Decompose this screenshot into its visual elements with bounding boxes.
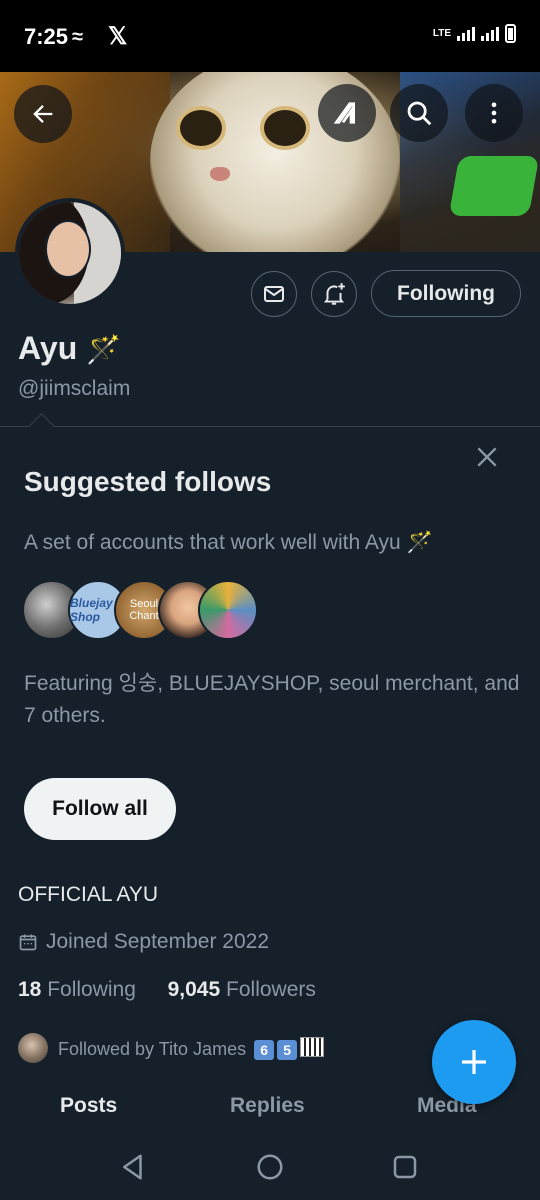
profile-bio: OFFICIAL AYU bbox=[18, 883, 159, 906]
status-bar: 7:25 ≈ 𝕏 LTE bbox=[0, 0, 540, 72]
search-icon bbox=[407, 101, 432, 126]
joined-text: Joined September 2022 bbox=[46, 930, 269, 953]
system-recents-button[interactable] bbox=[386, 1148, 424, 1186]
wand-emoji: 🪄 bbox=[86, 334, 122, 365]
followers-label: Followers bbox=[226, 978, 316, 1001]
divider bbox=[0, 426, 540, 427]
suggestion-pointer bbox=[28, 413, 55, 440]
profile-name-text: Ayu bbox=[18, 330, 78, 366]
followed-by-avatar bbox=[18, 1033, 48, 1063]
back-arrow-icon bbox=[33, 105, 53, 123]
plus-icon bbox=[462, 1050, 486, 1074]
tab-posts[interactable]: Posts bbox=[60, 1094, 117, 1118]
profile-avatar[interactable] bbox=[15, 198, 125, 308]
grok-button[interactable] bbox=[318, 84, 376, 142]
bell-plus-icon bbox=[323, 283, 345, 305]
compose-button[interactable] bbox=[432, 1020, 516, 1104]
mail-icon bbox=[264, 286, 284, 302]
suggested-follows-title: Suggested follows bbox=[24, 466, 272, 497]
following-label: Following bbox=[47, 978, 136, 1001]
joined-date: Joined September 2022 bbox=[18, 930, 269, 954]
status-time: 7:25 bbox=[24, 24, 69, 49]
grok-icon bbox=[333, 102, 355, 124]
profile-handle: @jiimsclaim bbox=[18, 377, 131, 400]
following-button[interactable]: Following bbox=[371, 270, 521, 317]
signal-icon bbox=[457, 26, 475, 41]
message-button[interactable] bbox=[251, 271, 297, 317]
back-triangle-icon bbox=[123, 1154, 142, 1180]
keycap-six: 6 bbox=[254, 1039, 275, 1060]
suggested-avatar[interactable] bbox=[198, 580, 258, 640]
suggested-follows-subtitle: A set of accounts that work well with Ay… bbox=[24, 531, 433, 554]
capcut-icon: ≈ bbox=[72, 26, 83, 48]
followers-link[interactable]: 9,045 Followers bbox=[168, 978, 316, 1001]
suggested-featuring-text: Featuring 잉숭, BLUEJAYSHOP, seoul merchan… bbox=[24, 672, 520, 727]
following-link[interactable]: 18 Following bbox=[18, 978, 136, 1001]
dismiss-suggestions-button[interactable] bbox=[470, 440, 504, 474]
close-icon bbox=[477, 447, 497, 467]
battery-icon bbox=[505, 24, 516, 43]
followed-by[interactable]: Followed by Tito James 65 bbox=[18, 1033, 325, 1063]
followed-by-text: Followed by Tito James bbox=[58, 1038, 247, 1059]
system-home-button[interactable] bbox=[251, 1148, 289, 1186]
suggested-avatars[interactable]: Bluejay Shop Seoul Chant bbox=[22, 580, 262, 642]
calendar-icon bbox=[19, 934, 37, 951]
profile-name: Ayu 🪄 bbox=[18, 330, 121, 367]
search-button[interactable] bbox=[390, 84, 448, 142]
follow-all-button[interactable]: Follow all bbox=[24, 778, 176, 840]
more-options-button[interactable] bbox=[465, 84, 523, 142]
follow-stats: 18 Following 9,045 Followers bbox=[18, 978, 316, 1002]
system-nav-bar bbox=[0, 1134, 540, 1200]
status-icons: LTE bbox=[433, 24, 516, 43]
followers-count: 9,045 bbox=[167, 978, 221, 1001]
x-logo-icon: 𝕏 bbox=[108, 23, 128, 50]
notifications-button[interactable] bbox=[311, 271, 357, 317]
system-back-button[interactable] bbox=[114, 1148, 152, 1186]
recents-square-icon bbox=[393, 1155, 417, 1179]
tab-replies[interactable]: Replies bbox=[230, 1094, 305, 1118]
signal-2-icon bbox=[481, 26, 499, 41]
following-count: 18 bbox=[18, 978, 42, 1001]
home-circle-icon bbox=[257, 1154, 283, 1180]
more-icon bbox=[491, 102, 497, 124]
piano-emoji bbox=[300, 1036, 325, 1057]
lte-label: LTE bbox=[432, 28, 451, 39]
keycap-five: 5 bbox=[277, 1039, 298, 1060]
back-button[interactable] bbox=[14, 85, 72, 143]
